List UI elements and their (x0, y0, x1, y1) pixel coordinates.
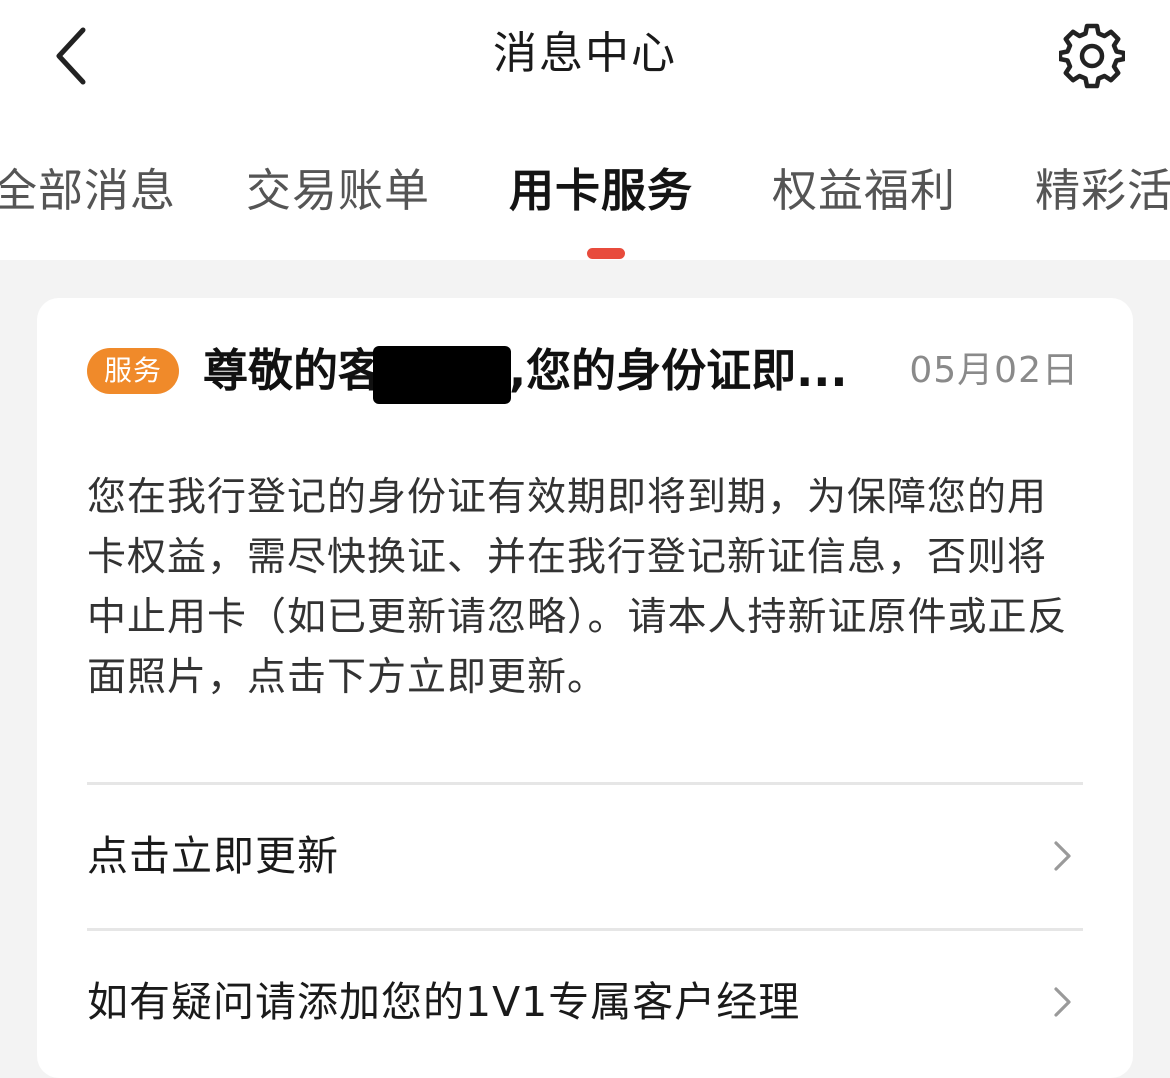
redaction-block (373, 346, 512, 404)
tab-card-services[interactable]: 用卡服务 (509, 160, 693, 222)
message-card: 服务 尊敬的客 ,您的身份证即... 05月02日 您在我行登记的身份证有效期即将… (37, 298, 1133, 1078)
category-badge: 服务 (87, 348, 179, 394)
tab-transaction-bills[interactable]: 交易账单 (246, 160, 430, 222)
tab-events[interactable]: 精彩活 (1035, 160, 1170, 222)
tab-benefits[interactable]: 权益福利 (772, 160, 956, 222)
update-now-row[interactable]: 点击立即更新 (87, 796, 1083, 916)
message-title-suffix: ,您的身份证即... (509, 344, 848, 397)
chevron-right-icon (1054, 841, 1071, 871)
message-title-prefix: 尊敬的 (203, 344, 339, 397)
update-now-label: 点击立即更新 (87, 832, 339, 880)
settings-button[interactable] (1052, 16, 1132, 96)
app-header: 消息中心 全部消息 交易账单 用卡服务 权益福利 精彩活 (0, 0, 1170, 260)
gear-icon (1059, 23, 1125, 89)
message-date: 05月02日 (909, 350, 1079, 391)
contact-manager-row[interactable]: 如有疑问请添加您的1V1专属客户经理 (87, 942, 1083, 1062)
active-tab-indicator (587, 248, 625, 259)
message-body: 您在我行登记的身份证有效期即将到期，为保障您的用卡权益，需尽快换证、并在我行登记… (87, 475, 1068, 700)
message-title[interactable]: 尊敬的客 ,您的身份证即... (203, 338, 847, 404)
tab-bar: 全部消息 交易账单 用卡服务 权益福利 精彩活 (0, 160, 1170, 260)
contact-manager-label: 如有疑问请添加您的1V1专属客户经理 (87, 978, 801, 1026)
tab-all-messages[interactable]: 全部消息 (0, 160, 176, 222)
divider (87, 782, 1083, 785)
chevron-right-icon (1054, 987, 1071, 1017)
divider (87, 928, 1083, 931)
page-title: 消息中心 (493, 28, 677, 79)
